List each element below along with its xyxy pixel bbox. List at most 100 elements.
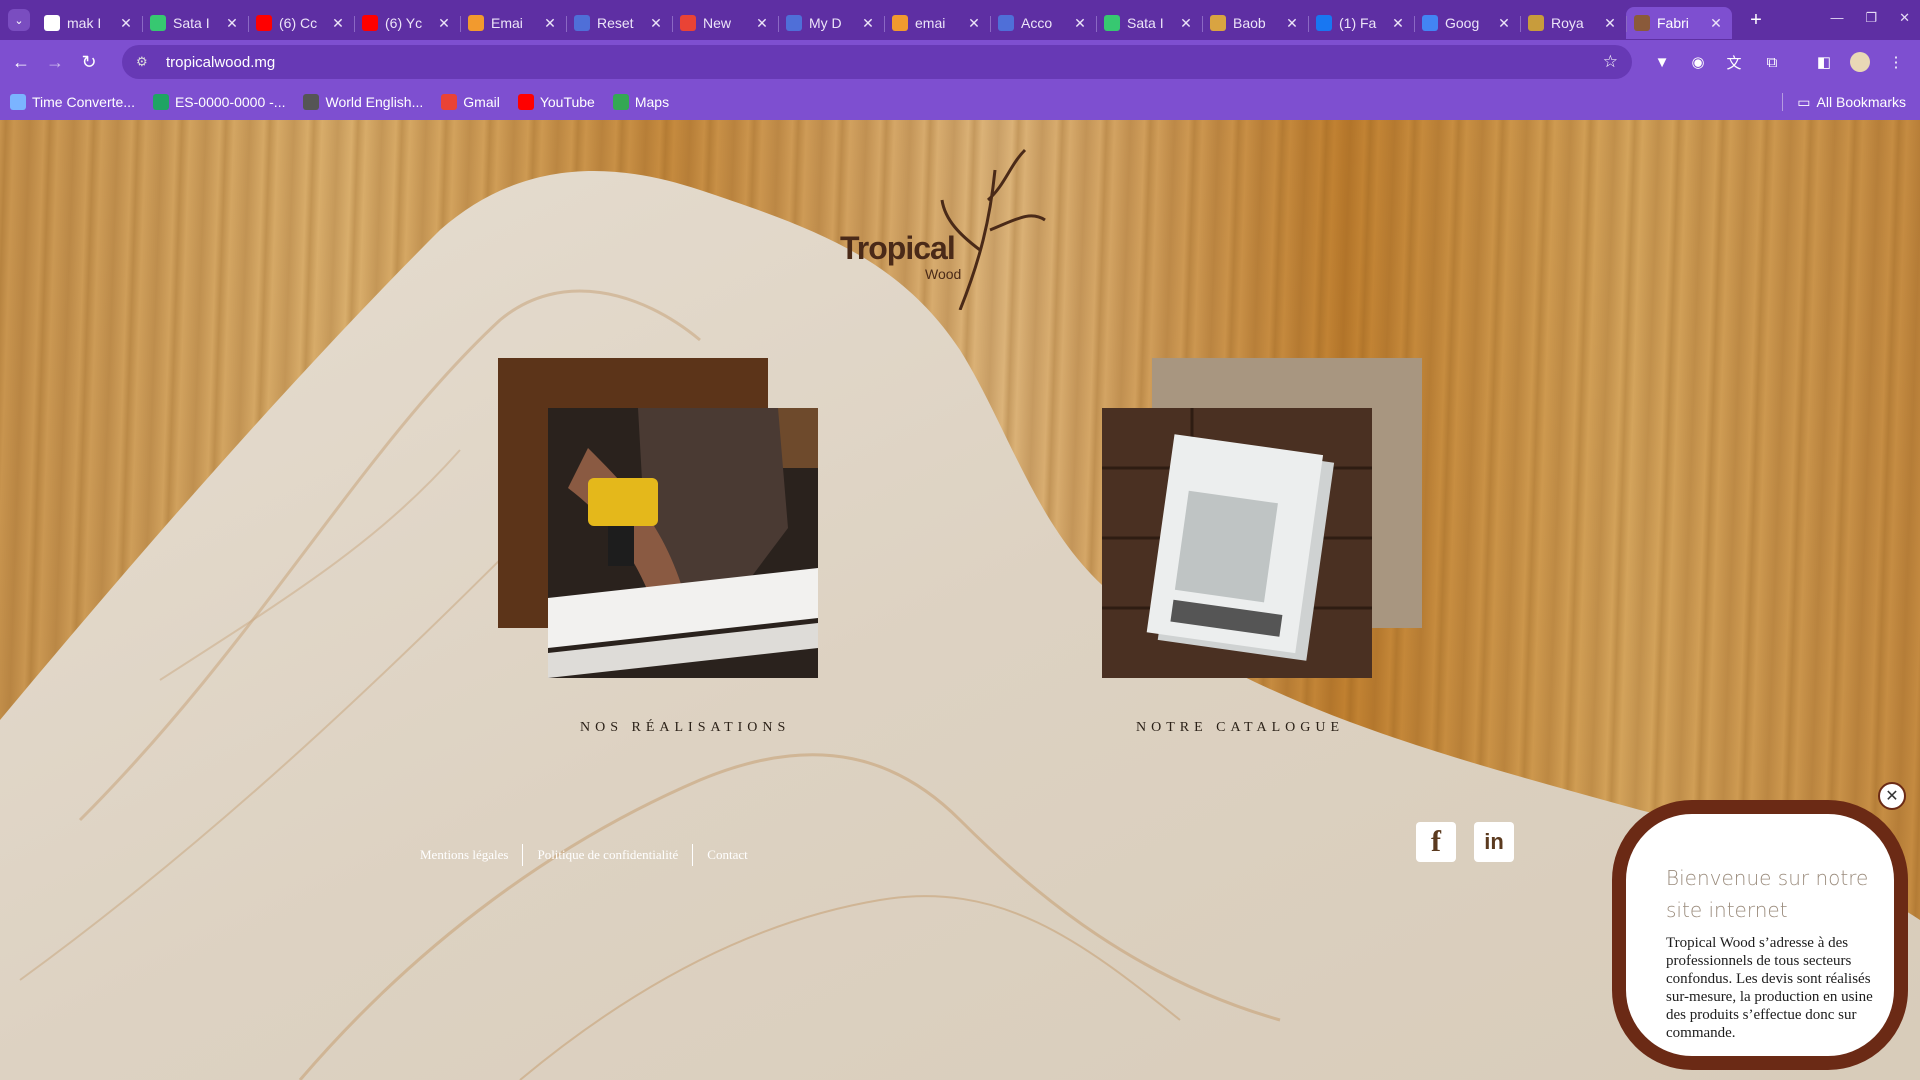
tropical-wood-logo[interactable]: Tropical Wood xyxy=(830,140,1090,310)
menu-kebab-icon[interactable]: ⋮ xyxy=(1884,50,1908,74)
tab-close-icon[interactable]: ✕ xyxy=(860,15,876,32)
privacy-policy-link[interactable]: Politique de confidentialité xyxy=(537,847,678,863)
tab-close-icon[interactable]: ✕ xyxy=(1390,15,1406,32)
popup-close-icon[interactable]: ✕ xyxy=(1878,782,1906,810)
browser-tab[interactable]: Sata I ✕ xyxy=(1096,7,1202,39)
bookmark-star-icon[interactable]: ☆ xyxy=(1603,52,1618,72)
bookmark-item[interactable]: Time Converte... xyxy=(10,94,135,110)
window-controls: — ❐ ✕ xyxy=(1830,10,1910,26)
bookmarks-bar: Time Converte... ES-0000-0000 -... World E… xyxy=(0,84,1920,120)
bookmark-item[interactable]: World English... xyxy=(303,94,423,110)
bookmark-item[interactable]: Maps xyxy=(612,94,669,110)
linkedin-icon[interactable]: in xyxy=(1474,822,1514,862)
close-window-icon[interactable]: ✕ xyxy=(1899,10,1910,26)
popup-title: Bienvenue sur notre site internet xyxy=(1666,866,1869,922)
address-bar[interactable]: ⚙ tropicalwood.mg ☆ xyxy=(122,45,1632,79)
profile-avatar-icon[interactable] xyxy=(1848,50,1872,74)
v-icon xyxy=(150,15,166,31)
bookmark-label: YouTube xyxy=(539,94,595,110)
tab-close-icon[interactable]: ✕ xyxy=(1284,15,1300,32)
catalogue-link[interactable]: NOTRE CATALOGUE xyxy=(1136,720,1344,736)
tab-close-icon[interactable]: ✕ xyxy=(1602,15,1618,32)
browser-tab[interactable]: (6) Yc ✕ xyxy=(354,7,460,39)
logo-subtitle: Wood xyxy=(925,266,962,282)
translate-extension-icon[interactable]: 文 xyxy=(1722,50,1746,74)
vivaldi-extension-icon[interactable]: ▼ xyxy=(1650,50,1674,74)
browser-tab[interactable]: mak I ✕ xyxy=(36,7,142,39)
realisations-link[interactable]: NOS RÉALISATIONS xyxy=(580,720,790,736)
reload-icon[interactable]: ↻ xyxy=(72,45,106,79)
divider xyxy=(1782,93,1784,111)
browser-tab[interactable]: emai ✕ xyxy=(884,7,990,39)
tab-close-icon[interactable]: ✕ xyxy=(1072,15,1088,32)
carpentry-photo[interactable] xyxy=(548,408,818,678)
email-icon xyxy=(468,15,484,31)
facebook-icon[interactable]: f xyxy=(1416,822,1456,862)
all-bookmarks-button[interactable]: ▭ All Bookmarks xyxy=(1782,93,1906,111)
tab-close-icon[interactable]: ✕ xyxy=(966,15,982,32)
logo-title: Tropical xyxy=(840,230,956,266)
minimize-icon[interactable]: — xyxy=(1830,10,1843,26)
github-icon xyxy=(44,15,60,31)
tab-title: (6) Cc xyxy=(279,15,318,31)
tab-close-icon[interactable]: ✕ xyxy=(1496,15,1512,32)
back-icon[interactable]: ← xyxy=(4,45,38,79)
browser-tab[interactable]: Roya ✕ xyxy=(1520,7,1626,39)
bookmark-label: Time Converte... xyxy=(32,94,135,110)
drill-worker-image xyxy=(548,408,818,678)
all-bookmarks-label: All Bookmarks xyxy=(1816,94,1906,110)
tab-title: (1) Fa xyxy=(1339,15,1377,31)
bookmark-label: Gmail xyxy=(463,94,500,110)
tab-title: My D xyxy=(809,15,842,31)
tab-title: Acco xyxy=(1021,15,1053,31)
browser-tab[interactable]: Reset ✕ xyxy=(566,7,672,39)
sheet-icon xyxy=(152,94,169,110)
restore-icon[interactable]: ❐ xyxy=(1865,10,1877,26)
browser-tab[interactable]: My D ✕ xyxy=(778,7,884,39)
new-tab-button[interactable]: + xyxy=(1744,9,1768,32)
tab-search-icon[interactable]: ⌄ xyxy=(8,9,30,31)
bookmark-item[interactable]: YouTube xyxy=(517,94,595,110)
browser-tab[interactable]: Goog ✕ xyxy=(1414,7,1520,39)
browser-tab[interactable]: Fabri ✕ xyxy=(1626,7,1732,39)
youtube-icon xyxy=(362,15,378,31)
browser-tab[interactable]: Emai ✕ xyxy=(460,7,566,39)
youtube-icon xyxy=(517,94,534,110)
web-page: Tropical Wood NOS RÉALISATIONS NOTRE CAT… xyxy=(0,120,1920,1080)
baobab-icon xyxy=(1210,15,1226,31)
tab-title: (6) Yc xyxy=(385,15,423,31)
tab-close-icon[interactable]: ✕ xyxy=(436,15,452,32)
extensions-puzzle-icon[interactable]: ⧉ xyxy=(1760,50,1784,74)
screenshot-extension-icon[interactable]: ◉ xyxy=(1686,50,1710,74)
folder-icon: ▭ xyxy=(1797,93,1811,110)
legal-notice-link[interactable]: Mentions légales xyxy=(420,847,508,863)
browser-tab[interactable]: (6) Cc ✕ xyxy=(248,7,354,39)
side-panel-icon[interactable]: ◧ xyxy=(1812,50,1836,74)
browser-tab[interactable]: Baob ✕ xyxy=(1202,7,1308,39)
site-info-icon[interactable]: ⚙ xyxy=(136,54,154,70)
tab-close-icon[interactable]: ✕ xyxy=(1178,15,1194,32)
browser-tab[interactable]: Sata I ✕ xyxy=(142,7,248,39)
tab-title: Sata I xyxy=(173,15,210,31)
tab-close-icon[interactable]: ✕ xyxy=(1708,15,1724,32)
tab-title: Emai xyxy=(491,15,523,31)
browser-tab[interactable]: (1) Fa ✕ xyxy=(1308,7,1414,39)
facebook-icon xyxy=(1316,15,1332,31)
contact-link[interactable]: Contact xyxy=(707,847,747,863)
browser-tab[interactable]: New ✕ xyxy=(672,7,778,39)
browser-tab[interactable]: Acco ✕ xyxy=(990,7,1096,39)
tab-close-icon[interactable]: ✕ xyxy=(118,15,134,32)
forward-icon[interactable]: → xyxy=(38,45,72,79)
bookmark-item[interactable]: ES-0000-0000 -... xyxy=(152,94,285,110)
bookmark-item[interactable]: Gmail xyxy=(441,94,500,110)
catalogue-photo[interactable] xyxy=(1102,408,1372,678)
tab-close-icon[interactable]: ✕ xyxy=(754,15,770,32)
url-text[interactable]: tropicalwood.mg xyxy=(166,54,275,71)
tab-close-icon[interactable]: ✕ xyxy=(648,15,664,32)
tab-close-icon[interactable]: ✕ xyxy=(224,15,240,32)
tab-close-icon[interactable]: ✕ xyxy=(542,15,558,32)
tab-title: emai xyxy=(915,15,946,31)
tab-close-icon[interactable]: ✕ xyxy=(330,15,346,32)
tab-strip: ⌄ mak I ✕ Sata I ✕ (6) Cc ✕ (6) Yc ✕ Emai ✕ Reset ✕… xyxy=(0,0,1920,40)
gmail-icon xyxy=(441,94,458,110)
